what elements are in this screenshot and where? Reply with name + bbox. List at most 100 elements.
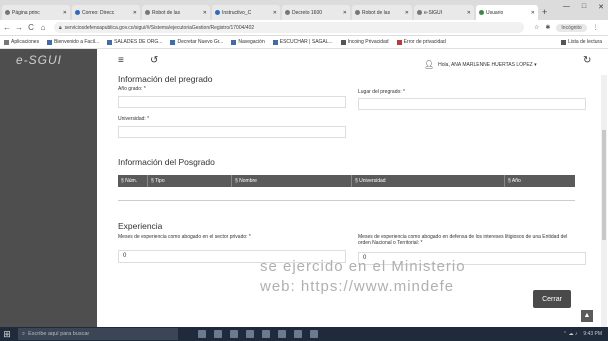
bookmark-item[interactable]: ESCUCHAR | SAGAL... <box>272 39 333 45</box>
bookmark-item[interactable]: Navegación <box>231 39 265 45</box>
menu-dots-icon[interactable]: ⋮ <box>593 24 599 31</box>
tab-favicon-icon <box>75 10 80 15</box>
system-tray: ⌃ ☁ ♪ 9:43 PM <box>563 331 602 337</box>
experiencia-title: Experiencia <box>118 221 163 231</box>
windows-start-icon[interactable]: ⊞ <box>0 327 14 341</box>
bookmark-label: Incoing Privacidad <box>347 39 389 45</box>
tray-icons[interactable]: ⌃ ☁ ♪ <box>563 331 577 337</box>
tray-time[interactable]: 9:43 PM <box>583 331 602 337</box>
browser-actions: ☆ ✱ Incógnito ⋮ <box>534 23 599 32</box>
taskbar-search[interactable]: ⌕ Escribe aquí para buscar <box>18 328 178 340</box>
browser-tab[interactable]: Instructivo_C ✕ <box>212 5 280 20</box>
meses-privado-label: Meses de experiencia como abogado en el … <box>118 234 251 240</box>
close-tab-icon[interactable]: ✕ <box>341 10 347 16</box>
reading-list[interactable]: Lista de lectura <box>561 39 602 45</box>
star-icon[interactable]: ☆ <box>534 24 539 31</box>
new-tab-button[interactable]: + <box>542 5 547 20</box>
tab-label: Decreto 1600 <box>292 9 323 16</box>
bookmark-label: ESCUCHAR | SAGAL... <box>279 39 333 45</box>
windows-taskbar: ⊞ ⌕ Escribe aquí para buscar ⌃ ☁ ♪ 9:43 … <box>0 327 608 341</box>
tab-label: Correo: Direcc <box>82 9 115 16</box>
close-tab-icon[interactable]: ✕ <box>403 10 409 16</box>
scrollbar-thumb[interactable] <box>602 130 606 240</box>
mail-icon[interactable] <box>262 330 270 338</box>
user-name: Hola, ANA MARLENNE HUERTAS LOPEZ ▾ <box>438 61 537 68</box>
scroll-top-icon[interactable]: ▲ <box>581 310 593 322</box>
window-controls: — □ ✕ <box>563 3 604 11</box>
bookmark-item[interactable]: Error de privacidad <box>396 39 446 45</box>
url-text: serviciosdefensapublica.gov.co/sigui/#/S… <box>64 24 255 31</box>
refresh-icon[interactable]: ↻ <box>583 55 591 66</box>
tab-favicon-icon <box>215 10 220 15</box>
address-bar[interactable]: 🔒︎ serviciosdefensapublica.gov.co/sigui/… <box>54 22 524 33</box>
cerrar-button[interactable]: Cerrar <box>533 290 571 308</box>
reading-list-label: Lista de lectura <box>568 39 602 45</box>
browser-tab[interactable]: e-SIGUI ✕ <box>414 5 474 20</box>
browser-tab-active[interactable]: Usuario ✕ <box>476 5 538 20</box>
tab-favicon-icon <box>417 10 422 15</box>
extension-icon[interactable]: ✱ <box>545 24 550 31</box>
bookmark-item[interactable]: Decretar Nuevo Gr... <box>170 39 223 45</box>
tab-label: e-SIGUI <box>424 9 443 16</box>
bookmark-item[interactable]: Aplicaciones <box>4 39 39 45</box>
reload-icon[interactable]: C <box>26 23 36 32</box>
overlay-text-line2: web: https://www.mindefe <box>260 278 455 295</box>
universidad-label: Universidad: * <box>118 116 150 122</box>
browser-tab[interactable]: Página princ ✕ <box>2 5 70 20</box>
user-menu[interactable]: 👤︎ Hola, ANA MARLENNE HUERTAS LOPEZ ▾ <box>424 60 537 69</box>
ano-grado-input[interactable] <box>118 96 346 108</box>
app-icon[interactable] <box>310 330 318 338</box>
tab-label: Instructivo_C <box>222 9 252 16</box>
user-icon: 👤︎ <box>424 60 435 69</box>
bookmark-item[interactable]: Bienvenido a Facil... <box>47 39 99 45</box>
col-universidad[interactable]: § Universidad <box>352 175 505 187</box>
col-ano[interactable]: § Año <box>505 175 575 187</box>
tab-favicon-icon <box>355 10 360 15</box>
browser-tab[interactable]: Decreto 1600 ✕ <box>282 5 350 20</box>
bookmark-icon <box>231 39 237 45</box>
close-tab-icon[interactable]: ✕ <box>131 10 137 16</box>
tab-label: Página princ <box>12 9 40 16</box>
maximize-button[interactable]: □ <box>582 3 586 11</box>
bookmark-item[interactable]: SALADES DE ORG... <box>107 39 162 45</box>
close-tab-icon[interactable]: ✕ <box>465 10 471 16</box>
posgrado-title: Información del Posgrado <box>118 157 215 167</box>
lugar-pregrado-select[interactable] <box>358 98 586 110</box>
edge-icon[interactable] <box>214 330 222 338</box>
back-arrow-icon[interactable]: ← <box>2 23 12 32</box>
col-num[interactable]: § Núm. <box>118 175 148 187</box>
minimize-button[interactable]: — <box>563 3 570 11</box>
browser-tab[interactable]: Correo: Direcc ✕ <box>72 5 140 20</box>
hamburger-menu-icon[interactable]: ≡ <box>118 55 124 66</box>
meses-defensa-label: Meses de experiencia como abogado en def… <box>358 234 568 246</box>
profile-button[interactable]: Incógnito <box>556 23 587 32</box>
home-icon[interactable]: ⌂ <box>38 23 48 32</box>
task-view-icon[interactable] <box>198 330 206 338</box>
bookmark-icon <box>272 39 278 45</box>
chrome-icon[interactable] <box>294 330 302 338</box>
universidad-select[interactable] <box>118 126 346 138</box>
close-tab-icon[interactable]: ✕ <box>529 10 535 16</box>
bookmark-item[interactable]: Incoing Privacidad <box>340 39 389 45</box>
close-tab-icon[interactable]: ✕ <box>271 10 277 16</box>
browser-tab[interactable]: Robot de las ✕ <box>142 5 210 20</box>
file-explorer-icon[interactable] <box>230 330 238 338</box>
apps-icon <box>4 39 9 45</box>
bookmark-icon <box>47 39 53 45</box>
col-nombre[interactable]: § Nombre <box>232 175 352 187</box>
bookmarks-bar: Aplicaciones Bienvenido a Facil... SALAD… <box>0 36 608 49</box>
col-tipo[interactable]: § Tipo <box>148 175 232 187</box>
browser-tab[interactable]: Robot de las ✕ <box>352 5 412 20</box>
bookmark-label: Decretar Nuevo Gr... <box>177 39 224 45</box>
close-tab-icon[interactable]: ✕ <box>61 10 67 16</box>
tab-favicon-icon <box>145 10 150 15</box>
undo-icon[interactable]: ↺ <box>150 55 158 66</box>
bookmark-label: Bienvenido a Facil... <box>54 39 100 45</box>
taskbar-search-placeholder: Escribe aquí para buscar <box>28 331 90 337</box>
forward-arrow-icon[interactable]: → <box>14 23 24 32</box>
close-tab-icon[interactable]: ✕ <box>201 10 207 16</box>
store-icon[interactable] <box>246 330 254 338</box>
tab-favicon-icon <box>5 10 10 15</box>
close-window-button[interactable]: ✕ <box>598 3 604 11</box>
word-icon[interactable] <box>278 330 286 338</box>
